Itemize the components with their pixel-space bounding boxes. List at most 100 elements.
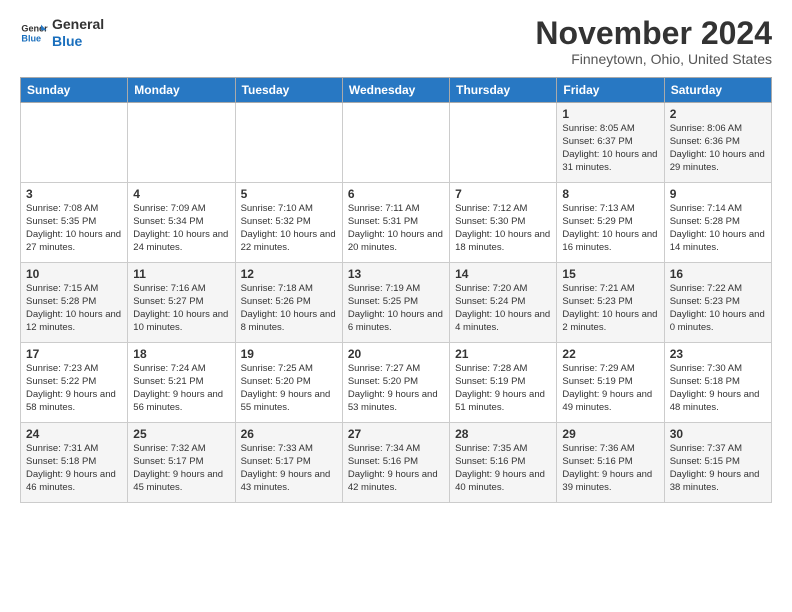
calendar-cell: 8 Sunrise: 7:13 AMSunset: 5:29 PMDaylight… xyxy=(557,183,664,263)
cell-content: Sunrise: 7:15 AMSunset: 5:28 PMDaylight:… xyxy=(26,283,122,334)
weekday-header: Wednesday xyxy=(342,78,449,103)
day-number: 24 xyxy=(26,427,122,441)
day-number: 19 xyxy=(241,347,337,361)
cell-content: Sunrise: 7:31 AMSunset: 5:18 PMDaylight:… xyxy=(26,443,122,494)
calendar-cell: 29 Sunrise: 7:36 AMSunset: 5:16 PMDayligh… xyxy=(557,423,664,503)
cell-content: Sunrise: 7:32 AMSunset: 5:17 PMDaylight:… xyxy=(133,443,229,494)
calendar-cell: 5 Sunrise: 7:10 AMSunset: 5:32 PMDaylight… xyxy=(235,183,342,263)
cell-content: Sunrise: 7:29 AMSunset: 5:19 PMDaylight:… xyxy=(562,363,658,414)
cell-content: Sunrise: 7:28 AMSunset: 5:19 PMDaylight:… xyxy=(455,363,551,414)
cell-content: Sunrise: 7:14 AMSunset: 5:28 PMDaylight:… xyxy=(670,203,766,254)
day-number: 16 xyxy=(670,267,766,281)
weekday-header: Tuesday xyxy=(235,78,342,103)
day-number: 23 xyxy=(670,347,766,361)
weekday-header: Thursday xyxy=(450,78,557,103)
logo-text-blue: Blue xyxy=(52,33,104,50)
calendar-week-row: 3 Sunrise: 7:08 AMSunset: 5:35 PMDaylight… xyxy=(21,183,772,263)
day-number: 9 xyxy=(670,187,766,201)
calendar-cell: 18 Sunrise: 7:24 AMSunset: 5:21 PMDayligh… xyxy=(128,343,235,423)
day-number: 3 xyxy=(26,187,122,201)
calendar-cell: 16 Sunrise: 7:22 AMSunset: 5:23 PMDayligh… xyxy=(664,263,771,343)
weekday-header-row: SundayMondayTuesdayWednesdayThursdayFrid… xyxy=(21,78,772,103)
weekday-header: Saturday xyxy=(664,78,771,103)
cell-content: Sunrise: 7:20 AMSunset: 5:24 PMDaylight:… xyxy=(455,283,551,334)
day-number: 6 xyxy=(348,187,444,201)
day-number: 22 xyxy=(562,347,658,361)
day-number: 30 xyxy=(670,427,766,441)
calendar-cell xyxy=(235,103,342,183)
svg-text:Blue: Blue xyxy=(21,33,41,43)
calendar-cell: 30Sunrise: 7:37 AMSunset: 5:15 PMDayligh… xyxy=(664,423,771,503)
calendar-cell: 19Sunrise: 7:25 AMSunset: 5:20 PMDayligh… xyxy=(235,343,342,423)
day-number: 1 xyxy=(562,107,658,121)
calendar-cell: 4 Sunrise: 7:09 AMSunset: 5:34 PMDaylight… xyxy=(128,183,235,263)
day-number: 5 xyxy=(241,187,337,201)
weekday-header: Sunday xyxy=(21,78,128,103)
day-number: 29 xyxy=(562,427,658,441)
cell-content: Sunrise: 7:27 AMSunset: 5:20 PMDaylight:… xyxy=(348,363,444,414)
calendar-cell: 7 Sunrise: 7:12 AMSunset: 5:30 PMDaylight… xyxy=(450,183,557,263)
cell-content: Sunrise: 7:19 AMSunset: 5:25 PMDaylight:… xyxy=(348,283,444,334)
calendar-cell: 3 Sunrise: 7:08 AMSunset: 5:35 PMDaylight… xyxy=(21,183,128,263)
calendar-cell: 12 Sunrise: 7:18 AMSunset: 5:26 PMDayligh… xyxy=(235,263,342,343)
day-number: 20 xyxy=(348,347,444,361)
calendar-week-row: 10 Sunrise: 7:15 AMSunset: 5:28 PMDayligh… xyxy=(21,263,772,343)
cell-content: Sunrise: 7:23 AMSunset: 5:22 PMDaylight:… xyxy=(26,363,122,414)
cell-content: Sunrise: 7:30 AMSunset: 5:18 PMDaylight:… xyxy=(670,363,766,414)
calendar-cell: 6 Sunrise: 7:11 AMSunset: 5:31 PMDaylight… xyxy=(342,183,449,263)
calendar-week-row: 24 Sunrise: 7:31 AMSunset: 5:18 PMDayligh… xyxy=(21,423,772,503)
calendar-cell: 24 Sunrise: 7:31 AMSunset: 5:18 PMDayligh… xyxy=(21,423,128,503)
day-number: 12 xyxy=(241,267,337,281)
calendar-page: General Blue General Blue November 2024 … xyxy=(0,0,792,519)
month-title: November 2024 xyxy=(535,16,772,51)
calendar-table: SundayMondayTuesdayWednesdayThursdayFrid… xyxy=(20,77,772,503)
calendar-cell: 17 Sunrise: 7:23 AMSunset: 5:22 PMDayligh… xyxy=(21,343,128,423)
day-number: 2 xyxy=(670,107,766,121)
day-number: 17 xyxy=(26,347,122,361)
cell-content: Sunrise: 7:36 AMSunset: 5:16 PMDaylight:… xyxy=(562,443,658,494)
calendar-cell xyxy=(342,103,449,183)
cell-content: Sunrise: 7:10 AMSunset: 5:32 PMDaylight:… xyxy=(241,203,337,254)
day-number: 4 xyxy=(133,187,229,201)
calendar-cell: 11Sunrise: 7:16 AMSunset: 5:27 PMDayligh… xyxy=(128,263,235,343)
cell-content: Sunrise: 7:08 AMSunset: 5:35 PMDaylight:… xyxy=(26,203,122,254)
calendar-cell xyxy=(450,103,557,183)
cell-content: Sunrise: 7:13 AMSunset: 5:29 PMDaylight:… xyxy=(562,203,658,254)
weekday-header: Friday xyxy=(557,78,664,103)
day-number: 27 xyxy=(348,427,444,441)
day-number: 15 xyxy=(562,267,658,281)
weekday-header: Monday xyxy=(128,78,235,103)
calendar-cell: 13 Sunrise: 7:19 AMSunset: 5:25 PMDayligh… xyxy=(342,263,449,343)
day-number: 8 xyxy=(562,187,658,201)
cell-content: Sunrise: 7:33 AMSunset: 5:17 PMDaylight:… xyxy=(241,443,337,494)
cell-content: Sunrise: 7:22 AMSunset: 5:23 PMDaylight:… xyxy=(670,283,766,334)
day-number: 26 xyxy=(241,427,337,441)
day-number: 25 xyxy=(133,427,229,441)
day-number: 10 xyxy=(26,267,122,281)
calendar-cell: 9 Sunrise: 7:14 AMSunset: 5:28 PMDaylight… xyxy=(664,183,771,263)
day-number: 7 xyxy=(455,187,551,201)
cell-content: Sunrise: 7:12 AMSunset: 5:30 PMDaylight:… xyxy=(455,203,551,254)
calendar-cell: 28Sunrise: 7:35 AMSunset: 5:16 PMDayligh… xyxy=(450,423,557,503)
calendar-week-row: 17 Sunrise: 7:23 AMSunset: 5:22 PMDayligh… xyxy=(21,343,772,423)
day-number: 21 xyxy=(455,347,551,361)
calendar-cell: 23 Sunrise: 7:30 AMSunset: 5:18 PMDayligh… xyxy=(664,343,771,423)
calendar-cell xyxy=(128,103,235,183)
cell-content: Sunrise: 7:34 AMSunset: 5:16 PMDaylight:… xyxy=(348,443,444,494)
title-block: November 2024 Finneytown, Ohio, United S… xyxy=(535,16,772,67)
calendar-cell: 10 Sunrise: 7:15 AMSunset: 5:28 PMDayligh… xyxy=(21,263,128,343)
calendar-cell xyxy=(21,103,128,183)
cell-content: Sunrise: 7:11 AMSunset: 5:31 PMDaylight:… xyxy=(348,203,444,254)
day-number: 14 xyxy=(455,267,551,281)
day-number: 13 xyxy=(348,267,444,281)
location: Finneytown, Ohio, United States xyxy=(535,51,772,67)
cell-content: Sunrise: 8:05 AMSunset: 6:37 PMDaylight:… xyxy=(562,123,658,174)
logo: General Blue General Blue xyxy=(20,16,104,50)
cell-content: Sunrise: 7:09 AMSunset: 5:34 PMDaylight:… xyxy=(133,203,229,254)
day-number: 18 xyxy=(133,347,229,361)
calendar-cell: 27 Sunrise: 7:34 AMSunset: 5:16 PMDayligh… xyxy=(342,423,449,503)
calendar-cell: 2Sunrise: 8:06 AMSunset: 6:36 PMDaylight… xyxy=(664,103,771,183)
cell-content: Sunrise: 7:18 AMSunset: 5:26 PMDaylight:… xyxy=(241,283,337,334)
cell-content: Sunrise: 7:24 AMSunset: 5:21 PMDaylight:… xyxy=(133,363,229,414)
day-number: 11 xyxy=(133,267,229,281)
